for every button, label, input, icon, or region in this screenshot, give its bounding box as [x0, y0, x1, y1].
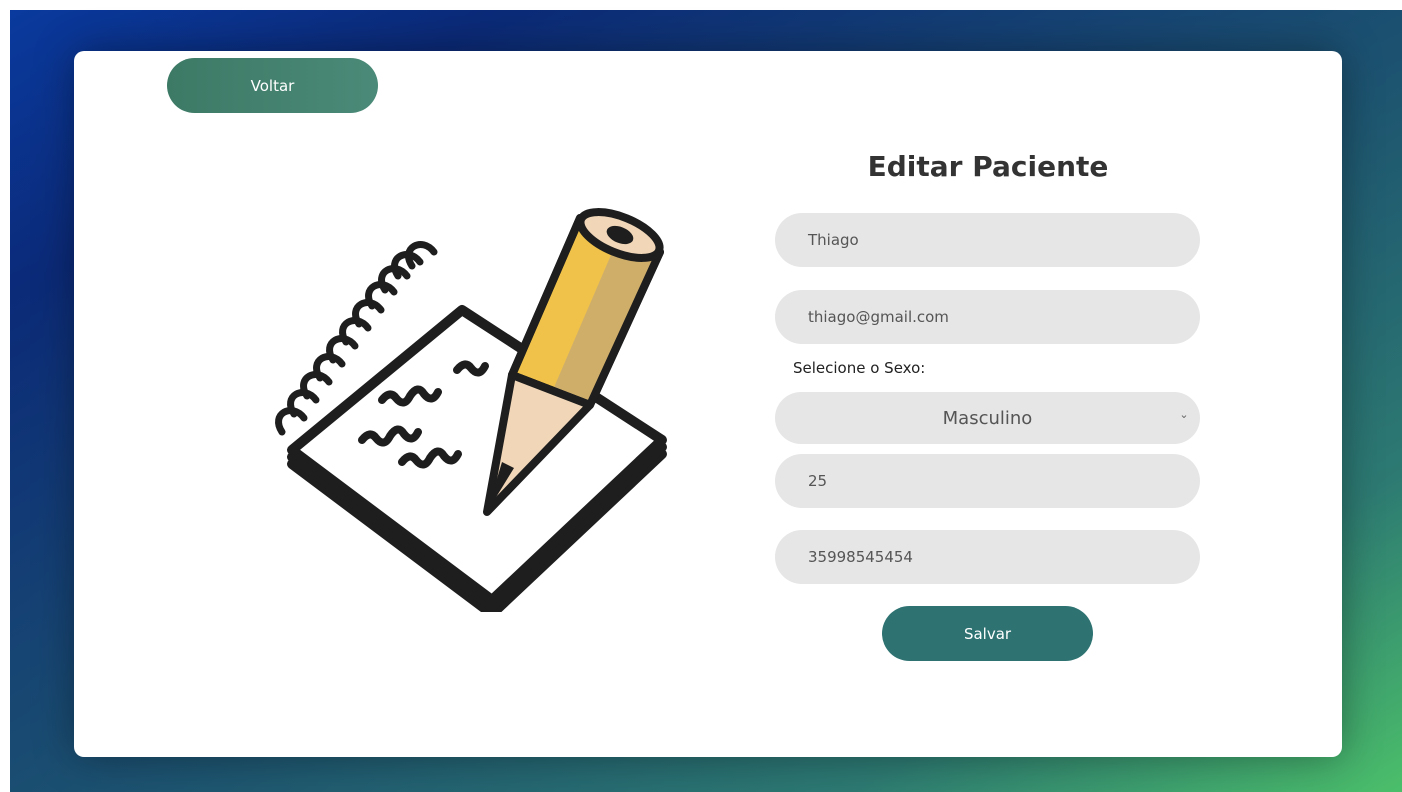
phone-input[interactable]: 35998545454	[775, 530, 1200, 584]
chevron-down-icon: ⌄	[1179, 408, 1189, 421]
sex-label: Selecione o Sexo:	[793, 359, 926, 377]
page-title: Editar Paciente	[867, 150, 1109, 183]
sex-select-value: Masculino	[942, 407, 1033, 429]
save-button[interactable]: Salvar	[882, 606, 1093, 661]
email-input[interactable]: thiago@gmail.com	[775, 290, 1200, 344]
name-input[interactable]: Thiago	[775, 213, 1200, 267]
back-button[interactable]: Voltar	[167, 58, 378, 113]
notepad-pencil-icon	[262, 200, 682, 619]
age-input[interactable]: 25	[775, 454, 1200, 508]
sex-select[interactable]: Masculino ⌄	[775, 392, 1200, 444]
